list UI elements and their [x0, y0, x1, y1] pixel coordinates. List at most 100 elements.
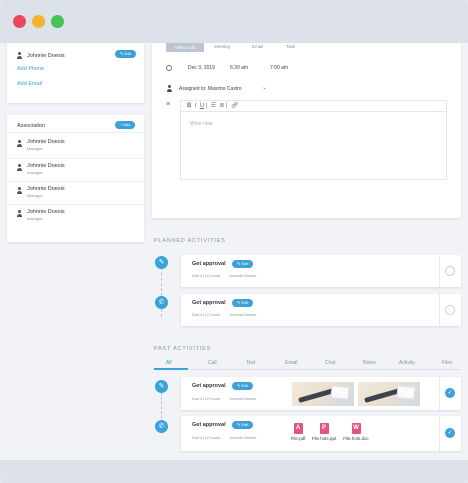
- association-role: manager: [27, 170, 43, 175]
- activity-user: Johnnie Doesis: [229, 396, 257, 401]
- close-window-button[interactable]: [13, 15, 26, 28]
- file-name: File.hole.doc: [343, 436, 369, 441]
- filter-tab-activity[interactable]: Activity: [399, 360, 415, 366]
- edit-label: Edit: [124, 51, 132, 56]
- tab-email[interactable]: Email: [252, 44, 263, 49]
- filter-underline: [154, 369, 461, 370]
- association-name: Johnnie Doesis: [27, 139, 65, 145]
- checkmark-icon[interactable]: ✓: [445, 428, 455, 438]
- note-editor[interactable]: B I U | ☰ ≣ | 🔗︎ Write note: [180, 100, 447, 180]
- edit-label: Edit: [241, 383, 249, 388]
- image-attachment[interactable]: [292, 382, 354, 406]
- person-icon: [166, 85, 172, 92]
- checkmark-icon[interactable]: ✓: [445, 388, 455, 398]
- complete-radio[interactable]: [445, 266, 455, 276]
- edit-button[interactable]: ✎ Edit: [115, 50, 137, 58]
- association-item[interactable]: Johnnie Doesis Manager: [7, 181, 144, 202]
- filter-tab-notes[interactable]: Notes: [363, 360, 376, 366]
- activity-due: Due in 12 hours: [192, 273, 221, 278]
- activity-user: Johnnie Doesis: [229, 273, 257, 278]
- association-role: Manager: [27, 146, 43, 151]
- edit-label: Edit: [241, 422, 249, 427]
- italic-icon[interactable]: I: [195, 103, 197, 109]
- activity-due: Due in 12 hours: [192, 312, 221, 317]
- activity-card[interactable]: Get approval ✎ Edit Due in 12 hours John…: [181, 294, 461, 326]
- assigned-to-select[interactable]: Assigned to: Maximo Castro: [179, 86, 242, 92]
- activity-user: Johnnie Doesis: [229, 312, 257, 317]
- filter-tab-all[interactable]: All: [166, 360, 172, 366]
- activity-user: Johnnie Doesis: [229, 435, 257, 440]
- numbered-list-icon[interactable]: ≣: [219, 103, 224, 109]
- activity-title: Get approval: [192, 422, 226, 428]
- person-icon: [16, 52, 22, 59]
- activity-card[interactable]: Get approval ✎ Edit Due in 12 hours John…: [181, 377, 461, 410]
- person-icon: [16, 187, 22, 194]
- text-lines-icon: ≡: [166, 101, 171, 108]
- edit-button[interactable]: ✎ Edit: [232, 382, 254, 390]
- add-association-button[interactable]: + Add: [115, 121, 136, 129]
- association-item[interactable]: Johnnie Doesis manager: [7, 204, 144, 225]
- tab-video-call[interactable]: Video Call: [166, 43, 204, 52]
- activity-title: Get approval: [192, 261, 226, 267]
- clock-icon: [166, 65, 172, 71]
- tab-task[interactable]: Task: [286, 44, 295, 49]
- doc-file-icon: W: [351, 423, 361, 434]
- chevron-down-icon[interactable]: ⌄: [262, 84, 267, 91]
- activity-title: Get approval: [192, 383, 226, 389]
- filter-tab-chat[interactable]: Chat: [325, 360, 336, 366]
- filter-tab-text[interactable]: Text: [246, 360, 255, 366]
- activity-card[interactable]: Get approval ✎ Edit Due in 12 hours John…: [181, 255, 461, 287]
- contact-name: Johnnie Doesis: [27, 53, 65, 59]
- file-attachment[interactable]: W File.hole.doc: [341, 423, 371, 441]
- phone-icon: ✆: [155, 296, 168, 309]
- association-item[interactable]: Johnnie Doesis Manager: [7, 135, 144, 156]
- image-attachment[interactable]: [358, 382, 420, 406]
- note-icon: ✎: [155, 256, 168, 269]
- date-field[interactable]: Dec 3, 2019: [188, 65, 215, 71]
- ppt-file-icon: P: [319, 423, 329, 434]
- pdf-file-icon: A: [293, 423, 303, 434]
- add-email-link[interactable]: Add Email: [17, 81, 42, 87]
- phone-icon: ✆: [155, 420, 168, 433]
- filter-tab-call[interactable]: Call: [208, 360, 217, 366]
- filter-tab-files[interactable]: Files: [442, 360, 453, 366]
- activity-card[interactable]: Get approval ✎ Edit Due in 12 hours John…: [181, 416, 461, 451]
- edit-button[interactable]: ✎ Edit: [232, 421, 254, 429]
- activity-title: Get approval: [192, 300, 226, 306]
- edit-label: Edit: [241, 261, 249, 266]
- person-icon: [16, 164, 22, 171]
- file-attachment[interactable]: P File.hole.ppt: [309, 423, 339, 441]
- app-window: Johnnie Doesis ✎ Edit Add Phone Add Emai…: [0, 0, 468, 483]
- bold-icon[interactable]: B: [187, 103, 191, 109]
- activity-status: [439, 255, 461, 287]
- filter-active-indicator: [154, 368, 188, 370]
- note-icon: ✎: [155, 380, 168, 393]
- edit-button[interactable]: ✎ Edit: [232, 260, 254, 268]
- association-item[interactable]: Johnnie Doesis manager: [7, 158, 144, 179]
- underline-icon[interactable]: U: [200, 103, 204, 109]
- time-end-field[interactable]: 7:00 am: [270, 65, 288, 71]
- minimize-window-button[interactable]: [32, 15, 45, 28]
- activity-due: Due in 12 hours: [192, 396, 221, 401]
- time-start-field[interactable]: 6:30 am: [230, 65, 248, 71]
- complete-radio[interactable]: [445, 305, 455, 315]
- person-icon: [16, 140, 22, 147]
- association-role: Manager: [27, 193, 43, 198]
- link-icon[interactable]: 🔗︎: [231, 103, 239, 109]
- title-bar: [0, 0, 468, 43]
- tab-meeting[interactable]: Meeting: [214, 44, 230, 49]
- bottom-bar: [0, 460, 468, 483]
- activity-status: ✓: [439, 416, 461, 451]
- note-placeholder: Write note: [190, 121, 213, 127]
- filter-tab-email[interactable]: Email: [285, 360, 298, 366]
- edit-label: Edit: [241, 300, 249, 305]
- format-toolbar: B I U | ☰ ≣ | 🔗︎: [181, 101, 446, 112]
- add-phone-link[interactable]: Add Phone: [17, 66, 44, 72]
- association-card: Association + Add Johnnie Doesis Manager…: [7, 115, 144, 242]
- edit-button[interactable]: ✎ Edit: [232, 299, 254, 307]
- maximize-window-button[interactable]: [51, 15, 64, 28]
- bullet-list-icon[interactable]: ☰: [211, 103, 216, 109]
- activity-status: ✓: [439, 377, 461, 410]
- activity-editor: Video Call Meeting Email Task Dec 3, 201…: [152, 43, 461, 218]
- association-name: Johnnie Doesis: [27, 209, 65, 215]
